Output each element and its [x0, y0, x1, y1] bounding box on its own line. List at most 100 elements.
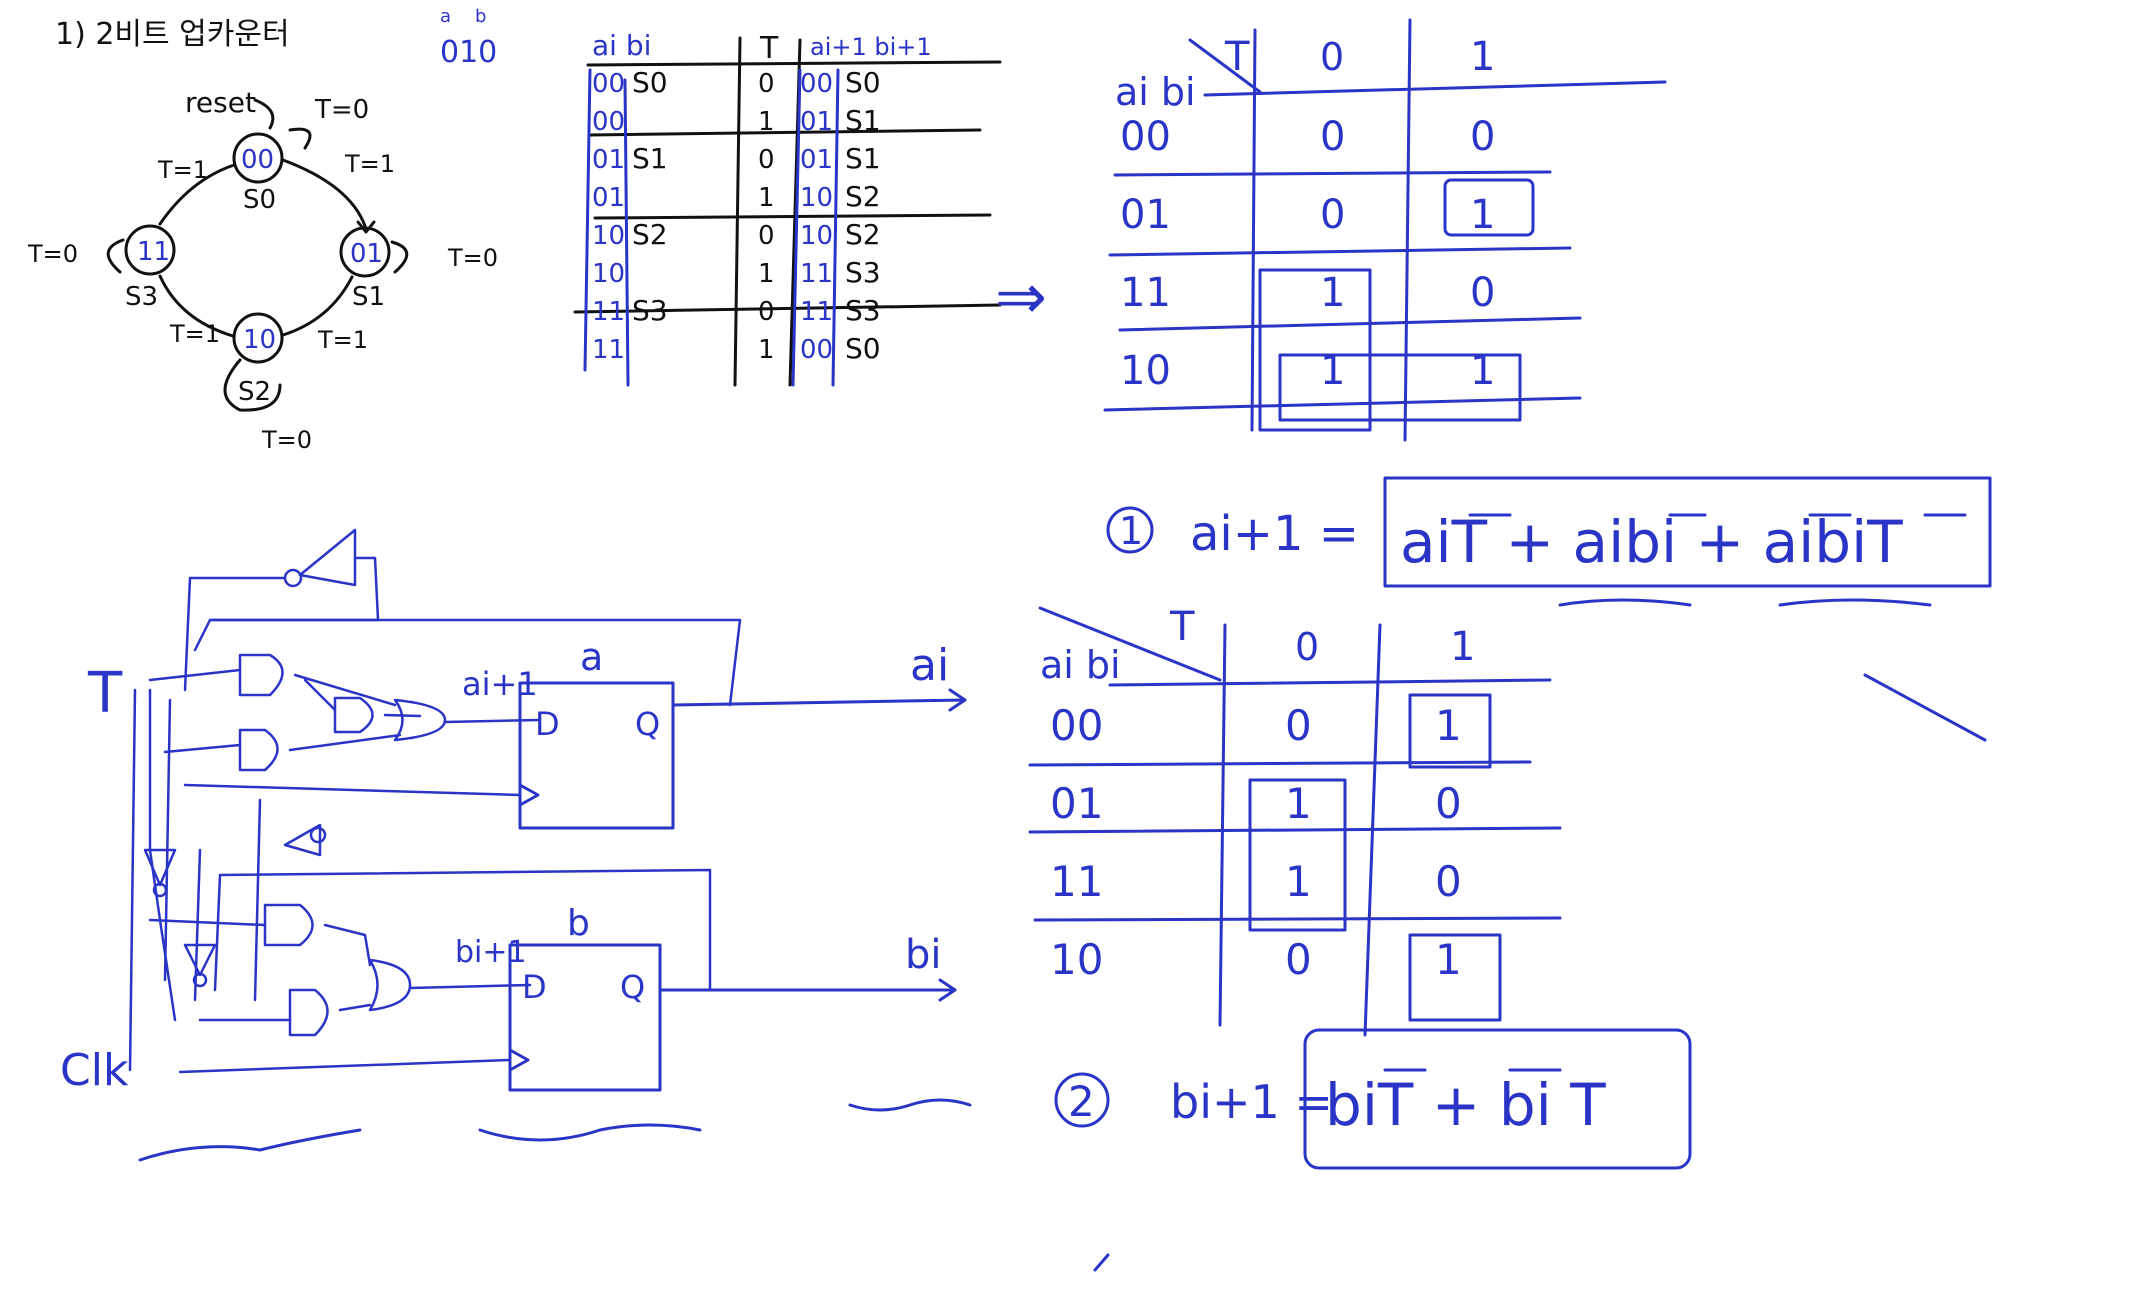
- tt-cell-ab: 10: [592, 259, 625, 289]
- kmap-a-col-0: 0: [1320, 35, 1344, 79]
- state-code: 00: [241, 145, 274, 175]
- state-diagram: reset T=0 00 S0 01 S1 T=0 10 S2 T=0 11 S…: [27, 86, 498, 454]
- input-t-label: T: [87, 661, 123, 726]
- tt-cell-t: 1: [758, 107, 775, 137]
- state-name: S3: [125, 282, 158, 312]
- state-code: 11: [137, 237, 170, 267]
- ab-note-digits: 010: [440, 35, 497, 70]
- ab-note-a: a: [440, 6, 451, 27]
- tt-cell-next-state: S1: [845, 104, 881, 137]
- page-title: 1) 2비트 업카운터: [55, 17, 290, 52]
- flipflop-a-q: Q: [635, 705, 660, 743]
- self-loop-label: T=0: [261, 426, 312, 454]
- tt-cell-next: 00: [800, 335, 833, 365]
- state-node-s1: 01 S1 T=0: [339, 226, 498, 312]
- equation-1-rhs: aiT + aibi + aibiT: [1400, 508, 1903, 576]
- equation-1: 1 ai+1 = aiT + aibi + aibiT: [1106, 476, 1992, 742]
- tt-header-next: ai+1 bi+1: [810, 33, 932, 61]
- tt-cell-state: S2: [632, 218, 668, 251]
- equation-2: 2 bi+1 = biT + bi T: [1054, 1028, 1692, 1170]
- tt-cell-ab: 11: [592, 297, 625, 327]
- tt-cell-t: 0: [758, 221, 775, 251]
- kmap-b-row-label: 01: [1050, 779, 1103, 828]
- kmap-b-col-0: 0: [1295, 625, 1319, 669]
- kmap-b-corner-row: ai bi: [1040, 643, 1121, 687]
- flipflop-b-d: D: [522, 968, 547, 1006]
- transition-label: T=1: [344, 150, 395, 178]
- equation-2-rhs: biT + bi T: [1325, 1071, 1606, 1139]
- state-name: S1: [352, 282, 385, 312]
- tt-cell-ab: 00: [592, 69, 625, 99]
- tt-cell-state: S3: [632, 294, 668, 327]
- tt-cell-next-state: S0: [845, 332, 881, 365]
- kmap-b-cell: 1: [1435, 935, 1462, 984]
- kmap-b: T ai bi 0 1 00 0 101 1 011 1 010 0 1: [1028, 604, 1562, 1037]
- kmap-a-corner-col: T: [1224, 34, 1250, 80]
- kmap-a-cell: 0: [1470, 270, 1495, 316]
- tt-cell-ab: 00: [592, 107, 625, 137]
- output-a-label: ai: [910, 640, 949, 691]
- transition-label: T=1: [317, 326, 368, 354]
- kmap-a: T ai bi 0 1 00 0 001 0 111 1 010 1 1: [1103, 18, 1667, 442]
- tt-cell-t: 0: [758, 297, 775, 327]
- tt-header-t: T: [759, 31, 779, 66]
- whiteboard-canvas: 1) 2비트 업카운터 a b 010 reset T=0 00 S0 01 S…: [27, 6, 1992, 1272]
- state-node-s0: 00 S0: [232, 132, 284, 215]
- equation-2-num: 2: [1068, 1077, 1095, 1126]
- kmap-a-row-label: 01: [1120, 192, 1171, 238]
- tt-cell-ab: 01: [592, 183, 625, 213]
- kmap-b-row-label: 11: [1050, 857, 1103, 906]
- tt-cell-t: 1: [758, 183, 775, 213]
- kmap-b-row-label: 10: [1050, 935, 1103, 984]
- tt-cell-t: 0: [758, 145, 775, 175]
- tt-cell-next-state: S1: [845, 142, 881, 175]
- tt-cell-ab: 11: [592, 335, 625, 365]
- tt-header-ab: ai bi: [592, 29, 651, 62]
- tt-cell-next: 10: [800, 183, 833, 213]
- tt-cell-ab: 01: [592, 145, 625, 175]
- clock-label: Clk: [60, 1045, 129, 1096]
- state-node-s3: 11 S3 T=0: [27, 224, 176, 312]
- equation-2-lhs: bi+1 =: [1170, 1075, 1333, 1129]
- kmap-b-cell: 1: [1285, 779, 1312, 828]
- flipflop-a-d: D: [535, 705, 560, 743]
- equation-1-num: 1: [1119, 509, 1143, 553]
- kmap-a-row-label: 11: [1120, 270, 1171, 316]
- kmap-b-cell: 0: [1435, 779, 1462, 828]
- reset-loop-label: T=0: [314, 95, 369, 125]
- tt-cell-next: 10: [800, 221, 833, 251]
- kmap-b-cell: 0: [1285, 701, 1312, 750]
- tt-cell-next-state: S2: [845, 218, 881, 251]
- kmap-b-corner-col: T: [1169, 604, 1195, 650]
- tt-cell-state: S0: [632, 66, 668, 99]
- kmap-a-col-1: 1: [1470, 34, 1495, 80]
- kmap-b-cell: 0: [1435, 857, 1462, 906]
- logic-circuit: T Clk a D Q b D Q ai+1 bi+1 ai bi: [60, 528, 1110, 1272]
- b-next-label: bi+1: [455, 935, 527, 970]
- transition-label: T=1: [157, 156, 208, 184]
- kmap-a-corner-row: ai bi: [1115, 70, 1196, 114]
- self-loop-label: T=0: [27, 240, 78, 268]
- tt-cell-next: 01: [800, 107, 833, 137]
- implies-arrow: ⇒: [995, 260, 1047, 333]
- kmap-b-row-label: 00: [1050, 701, 1103, 750]
- tt-cell-next: 01: [800, 145, 833, 175]
- kmap-a-row-label: 10: [1120, 348, 1171, 394]
- kmap-a-row-label: 00: [1120, 114, 1171, 160]
- state-node-s2: 10 S2 T=0: [223, 312, 312, 454]
- tt-cell-t: 0: [758, 69, 775, 99]
- kmap-a-cell: 0: [1470, 114, 1495, 160]
- tt-cell-t: 1: [758, 259, 775, 289]
- tt-cell-state: S1: [632, 142, 668, 175]
- output-b-label: bi: [905, 932, 942, 978]
- kmap-a-cell: 0: [1320, 114, 1345, 160]
- kmap-a-cell: 0: [1320, 192, 1345, 238]
- kmap-b-cell: 1: [1435, 701, 1462, 750]
- tt-cell-t: 1: [758, 335, 775, 365]
- state-name: S0: [243, 185, 276, 215]
- kmap-a-cell: 1: [1320, 270, 1345, 316]
- tt-cell-next: 11: [800, 259, 833, 289]
- tt-cell-next-state: S3: [845, 256, 881, 289]
- state-code: 01: [350, 239, 383, 269]
- flipflop-b: [508, 943, 662, 1092]
